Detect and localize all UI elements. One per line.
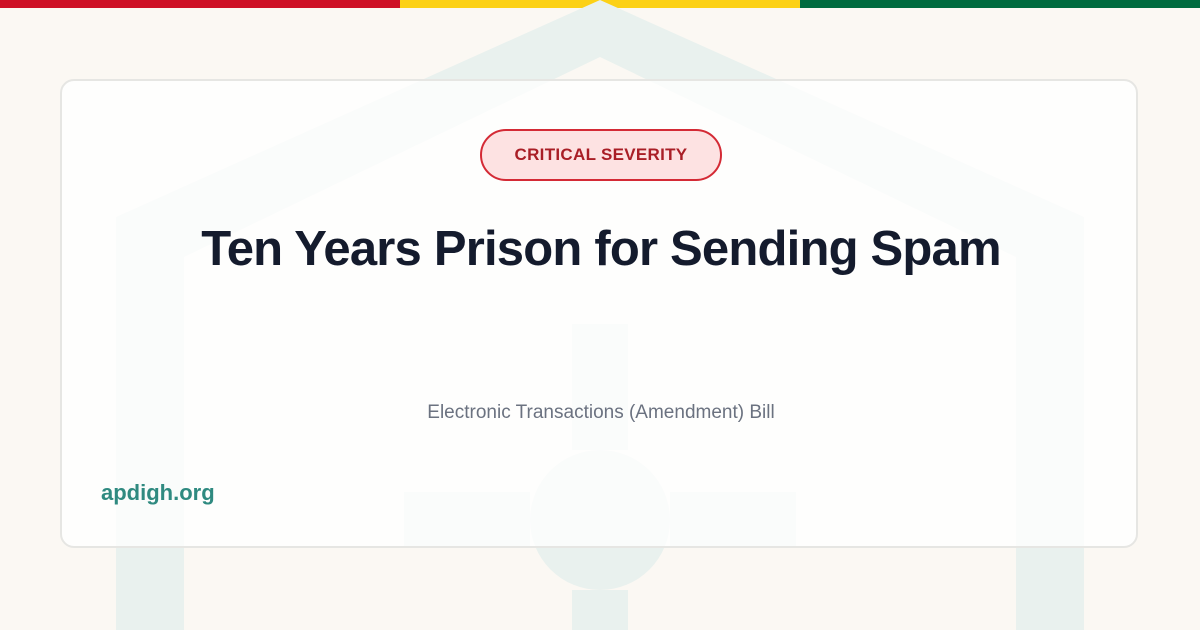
site-link[interactable]: apdigh.org (101, 480, 215, 506)
headline: Ten Years Prison for Sending Spam (201, 222, 1001, 276)
bill-name: Electronic Transactions (Amendment) Bill (427, 402, 775, 423)
severity-badge: CRITICAL SEVERITY (480, 129, 722, 181)
summary-card: CRITICAL SEVERITY Ten Years Prison for S… (60, 79, 1138, 548)
